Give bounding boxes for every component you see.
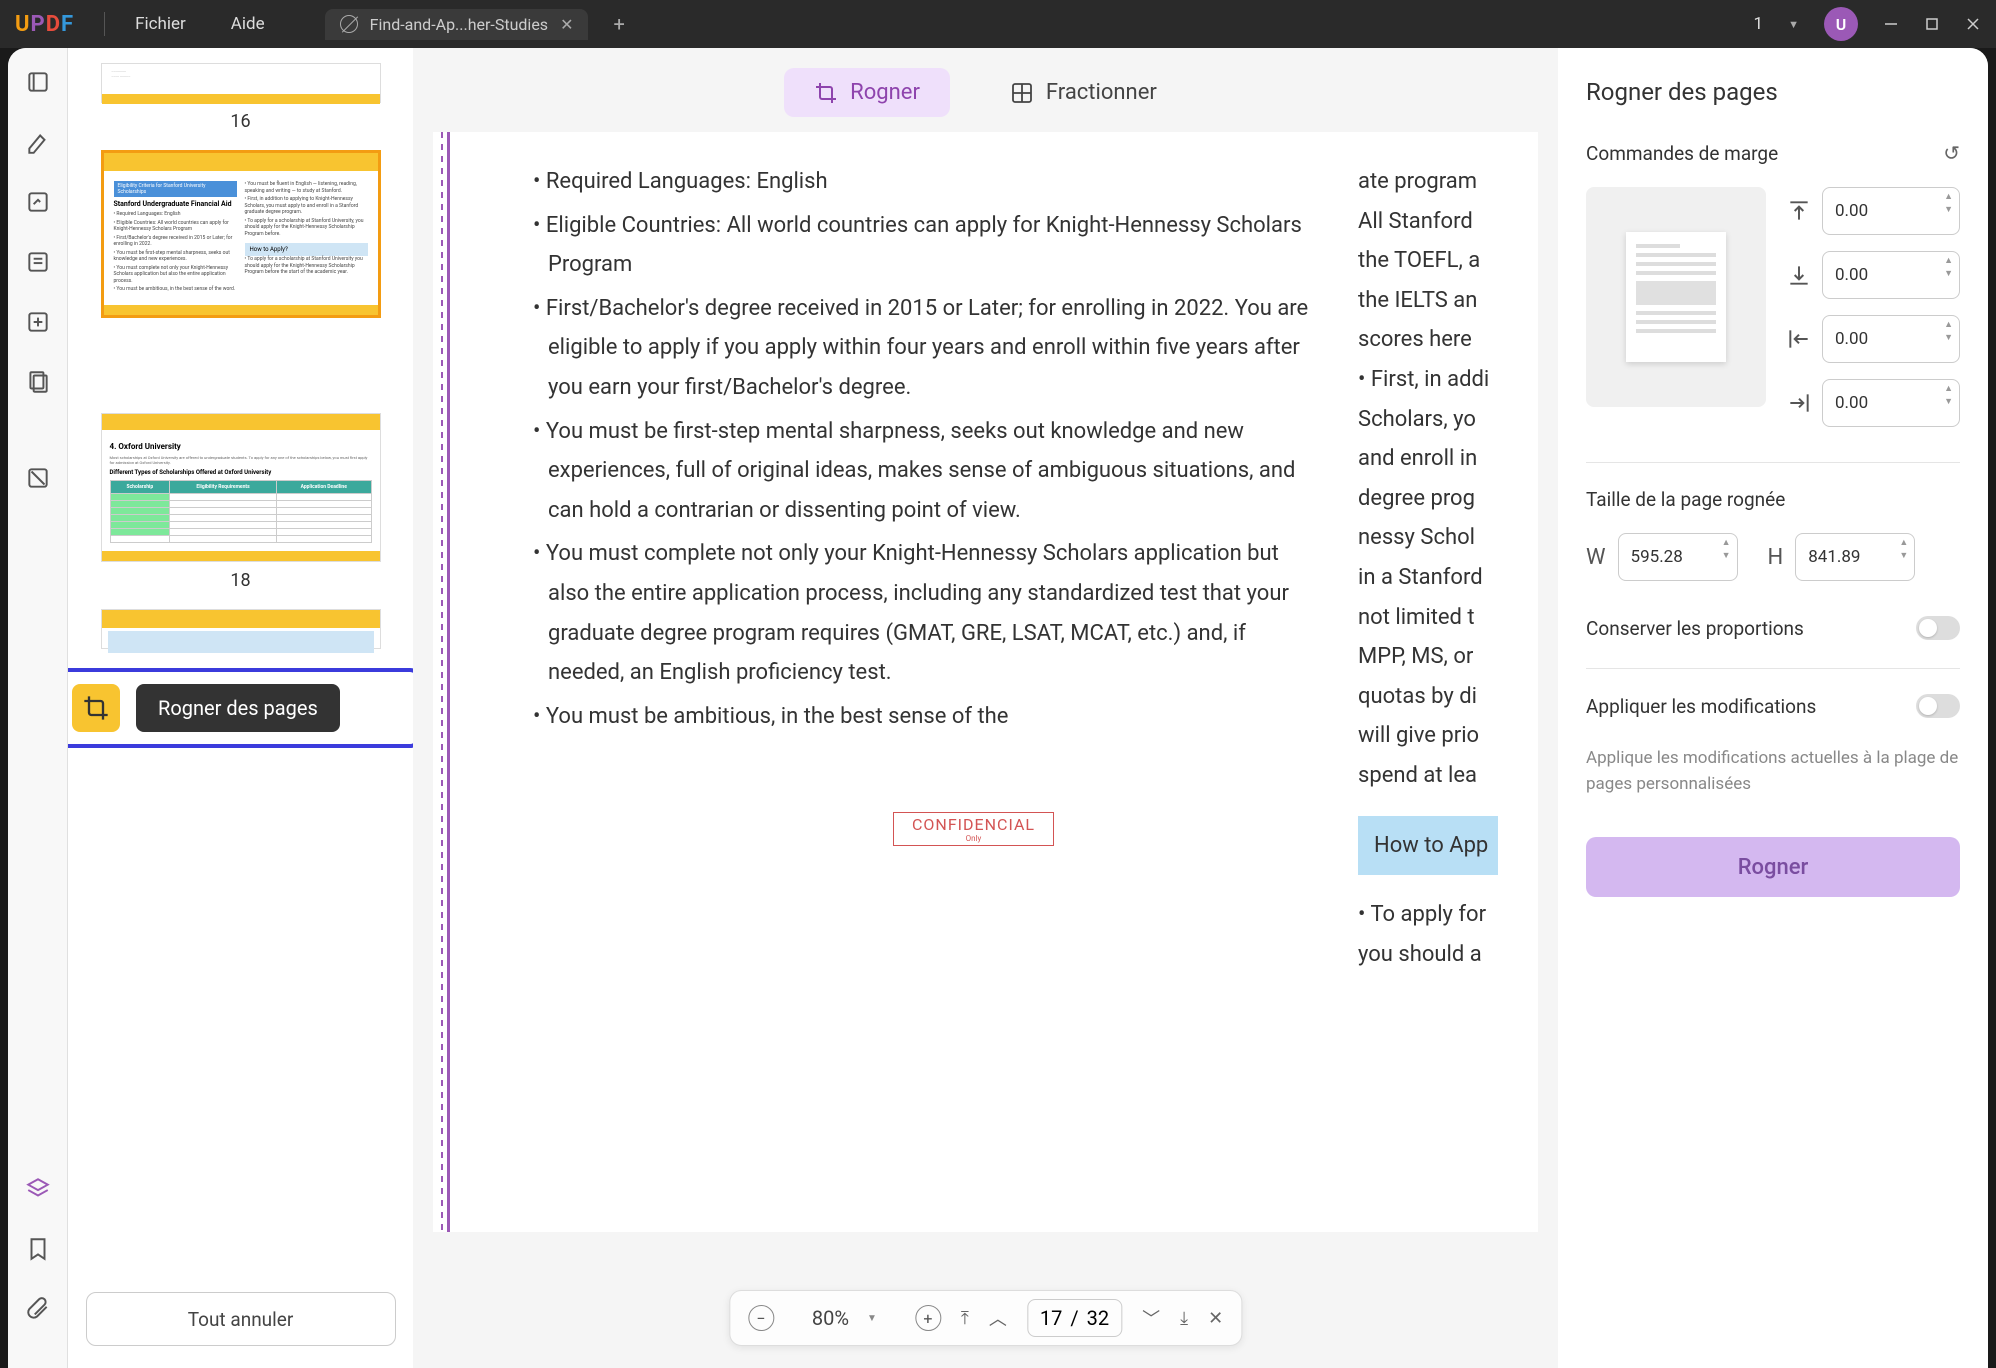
keep-ratio-label: Conserver les proportions xyxy=(1586,617,1804,640)
crop-width-input[interactable]: 595.28▲▼ xyxy=(1618,533,1738,581)
apply-changes-toggle[interactable] xyxy=(1916,694,1960,718)
document-tab[interactable]: Find-and-Ap...her-Studies ✕ xyxy=(325,9,589,40)
thumbnail-page-18[interactable]: 4. Oxford University Most scholarships a… xyxy=(101,413,381,562)
split-mode-button[interactable]: Fractionner xyxy=(980,68,1187,117)
tab-title: Find-and-Ap...her-Studies xyxy=(370,15,548,34)
left-tool-rail xyxy=(8,48,68,1368)
cropped-size-label: Taille de la page rognée xyxy=(1586,488,1785,511)
thumbnail-page-17[interactable]: Eligibility Criteria for Stanford Univer… xyxy=(101,150,381,318)
margin-preview xyxy=(1586,187,1766,407)
reader-tool-icon[interactable] xyxy=(22,66,54,98)
user-avatar[interactable]: U xyxy=(1824,7,1858,41)
margin-left-input[interactable]: 0.00▲▼ xyxy=(1822,315,1960,363)
next-page-button[interactable]: ﹀ xyxy=(1142,1305,1160,1331)
zoom-in-button[interactable]: + xyxy=(915,1305,941,1331)
cancel-all-button[interactable]: Tout annuler xyxy=(86,1292,396,1346)
document-text-column-1: • Required Languages: English • Eligible… xyxy=(533,162,1318,974)
crop-tool-tooltip: Rogner des pages xyxy=(136,684,340,732)
document-text-column-2: ate program All Stanford the TOEFL, a th… xyxy=(1358,162,1498,974)
form-tool-icon[interactable] xyxy=(22,246,54,278)
menu-file[interactable]: Fichier xyxy=(135,14,186,34)
margin-bottom-icon xyxy=(1786,262,1812,288)
zoom-out-button[interactable]: − xyxy=(748,1305,774,1331)
tab-doc-icon xyxy=(340,15,358,33)
margin-section-label: Commandes de marge xyxy=(1586,142,1778,165)
minimize-icon[interactable] xyxy=(1883,16,1899,32)
crop-panel: Rogner des pages Commandes de marge ↺ 0.… xyxy=(1558,48,1988,1368)
close-zoom-bar-button[interactable]: ✕ xyxy=(1208,1308,1223,1329)
keep-ratio-toggle[interactable] xyxy=(1916,616,1960,640)
titlebar: UPDF Fichier Aide Find-and-Ap...her-Stud… xyxy=(0,0,1996,48)
new-tab-button[interactable]: + xyxy=(613,12,624,36)
crop-button[interactable]: Rogner xyxy=(1586,837,1960,897)
apply-help-text: Applique les modifications actuelles à l… xyxy=(1586,746,1960,797)
mode-toolbar: Rogner Fractionner xyxy=(413,68,1558,117)
thumbnail-page-16[interactable]: ..................... .......... xyxy=(101,63,381,103)
margin-right-icon xyxy=(1786,390,1812,416)
tab-close-icon[interactable]: ✕ xyxy=(560,15,573,34)
margin-right-input[interactable]: 0.00▲▼ xyxy=(1822,379,1960,427)
bookmark-icon[interactable] xyxy=(22,1233,54,1265)
redact-tool-icon[interactable] xyxy=(22,462,54,494)
close-window-icon[interactable] xyxy=(1965,16,1981,32)
menu-help[interactable]: Aide xyxy=(231,14,265,34)
zoom-controls: − 80% ▼ + ⤒ ︿ 17 / 32 ﹀ ⤓ ✕ xyxy=(729,1290,1242,1346)
reset-margins-icon[interactable]: ↺ xyxy=(1943,141,1960,165)
apply-changes-label: Appliquer les modifications xyxy=(1586,695,1816,718)
app-logo: UPDF xyxy=(15,12,74,37)
zoom-dropdown-icon[interactable]: ▼ xyxy=(867,1313,877,1324)
margin-top-input[interactable]: 0.00▲▼ xyxy=(1822,187,1960,235)
thumbnail-page-19[interactable] xyxy=(101,609,381,649)
thumbnail-label-16: 16 xyxy=(93,111,388,132)
page-input[interactable]: 17 / 32 xyxy=(1027,1299,1122,1337)
layers-icon[interactable] xyxy=(22,1173,54,1205)
edit-tool-icon[interactable] xyxy=(22,186,54,218)
maximize-icon[interactable] xyxy=(1924,16,1940,32)
document-canvas: Rogner Fractionner • Required Languages:… xyxy=(413,48,1558,1368)
crop-height-input[interactable]: 841.89▲▼ xyxy=(1795,533,1915,581)
main-menu: Fichier Aide xyxy=(135,14,265,34)
width-label: W xyxy=(1586,545,1606,570)
attachment-icon[interactable] xyxy=(22,1293,54,1325)
confidential-watermark: CONFIDENCIAL Only xyxy=(893,812,1054,846)
last-page-button[interactable]: ⤓ xyxy=(1180,1308,1188,1329)
thumbnail-label-18: 18 xyxy=(93,570,388,591)
height-label: H xyxy=(1768,545,1784,570)
margin-top-icon xyxy=(1786,198,1812,224)
how-to-apply-callout: How to App xyxy=(1358,816,1498,876)
zoom-level[interactable]: 80% xyxy=(812,1306,849,1330)
chevron-down-icon[interactable]: ▼ xyxy=(1788,18,1799,31)
first-page-button[interactable]: ⤒ xyxy=(961,1308,969,1329)
account-number[interactable]: 1 xyxy=(1754,14,1764,34)
crop-tool-tooltip-highlight: Rogner des pages xyxy=(68,668,413,748)
margin-left-icon xyxy=(1786,326,1812,352)
organize-tool-icon[interactable] xyxy=(22,306,54,338)
crop-pages-icon[interactable] xyxy=(72,684,120,732)
highlight-tool-icon[interactable] xyxy=(22,126,54,158)
margin-bottom-input[interactable]: 0.00▲▼ xyxy=(1822,251,1960,299)
page-view[interactable]: • Required Languages: English • Eligible… xyxy=(433,132,1538,1232)
prev-page-button[interactable]: ︿ xyxy=(989,1305,1007,1331)
thumbnail-panel: ..................... .......... 16 Elig… xyxy=(68,48,413,1368)
pages-tool-icon[interactable] xyxy=(22,366,54,398)
crop-mode-button[interactable]: Rogner xyxy=(784,68,950,117)
panel-title: Rogner des pages xyxy=(1586,78,1960,106)
